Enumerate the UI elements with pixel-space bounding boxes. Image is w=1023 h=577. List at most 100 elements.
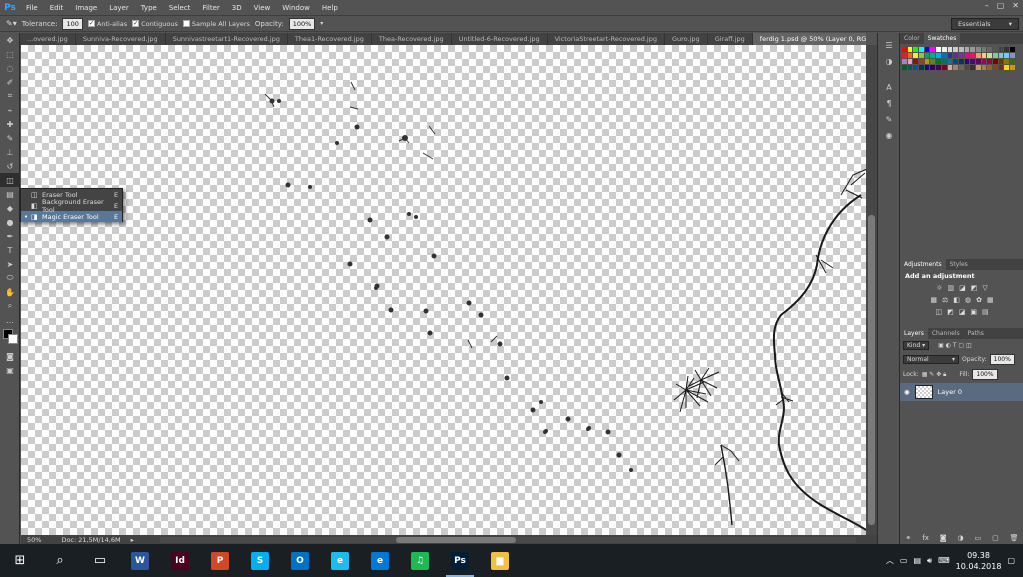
taskbar-edge-icon[interactable]: e (360, 544, 400, 577)
swatch[interactable] (987, 65, 992, 70)
layer-name[interactable]: Layer 0 (938, 388, 962, 396)
screen-mode-icon[interactable]: ▣ (0, 363, 20, 377)
clone-source-panel-icon[interactable]: ◉ (878, 127, 900, 143)
background-eraser-tool-menu-item[interactable]: ◧ Background Eraser Tool E (21, 198, 122, 214)
search-icon[interactable]: ⌕ (40, 544, 80, 577)
swatch[interactable] (970, 59, 975, 64)
volume-icon[interactable]: 🔊︎ (927, 556, 932, 566)
swatch[interactable] (975, 65, 981, 70)
selective-color-icon[interactable]: ▣ (970, 308, 977, 316)
swatch[interactable] (907, 47, 913, 52)
vibrance-icon[interactable]: ▽ (982, 284, 987, 292)
swatch[interactable] (936, 53, 941, 58)
color-lookup-icon[interactable]: ▦ (987, 296, 994, 304)
swatch[interactable] (941, 65, 947, 70)
menu-window[interactable]: Window (276, 4, 316, 12)
history-brush-tool-icon[interactable]: ↺ (0, 159, 20, 173)
horizontal-scrollbar[interactable] (160, 537, 856, 543)
swatch[interactable] (958, 53, 964, 58)
shape-tool-icon[interactable]: ⬭ (0, 271, 20, 285)
swatch[interactable] (975, 47, 981, 52)
swatch[interactable] (1010, 53, 1015, 58)
swatch[interactable] (970, 53, 975, 58)
swatch[interactable] (947, 47, 953, 52)
taskbar-spotify-icon[interactable]: ♫ (400, 544, 440, 577)
filter-icons[interactable]: ▣ ◐ T ▢ ◫ (938, 342, 972, 349)
swatch[interactable] (924, 59, 930, 64)
network-icon[interactable]: ▤ (913, 556, 921, 565)
tab-layers[interactable]: Layers (900, 328, 928, 339)
dodge-tool-icon[interactable]: ● (0, 215, 20, 229)
swatch[interactable] (902, 59, 907, 64)
tab-adjustments[interactable]: Adjustments (900, 259, 946, 270)
taskbar-indesign-icon[interactable]: Id (160, 544, 200, 577)
tray-chevron-icon[interactable]: ︿ (886, 555, 894, 566)
task-view-icon[interactable]: ▭ (80, 544, 120, 577)
swatch[interactable] (975, 53, 981, 58)
lasso-tool-icon[interactable]: ◌ (0, 61, 20, 75)
clone-stamp-tool-icon[interactable]: ⊥ (0, 145, 20, 159)
blend-mode-select[interactable]: Normal ▾ (903, 355, 959, 364)
document-canvas[interactable] (21, 45, 866, 535)
gradient-map-icon[interactable]: ▤ (982, 308, 989, 316)
anti-alias-checkbox[interactable]: ✓ (87, 20, 95, 27)
levels-icon[interactable]: ▥ (948, 284, 955, 292)
swatch[interactable] (1004, 53, 1010, 58)
keyboard-icon[interactable]: ⌨ (938, 556, 950, 565)
swatch[interactable] (924, 47, 930, 52)
more-tools-icon[interactable]: … (0, 313, 20, 327)
eyedropper-tool-icon[interactable]: ⌁ (0, 103, 20, 117)
swatch[interactable] (970, 65, 975, 70)
taskbar-file-explorer-icon[interactable]: ▆ (480, 544, 520, 577)
brush-tool-icon[interactable]: ✎ (0, 131, 20, 145)
swatch[interactable] (902, 65, 907, 70)
swatch[interactable] (902, 53, 907, 58)
swatch[interactable] (970, 47, 975, 52)
tab-document[interactable]: Giraff.jpg (708, 33, 753, 45)
tab-active-document[interactable]: ferdig 1.psd @ 50% (Layer 0, RGB/8) (752, 33, 866, 45)
channel-mixer-icon[interactable]: ✿ (976, 296, 982, 304)
menu-layer[interactable]: Layer (103, 4, 135, 12)
swatch[interactable] (953, 65, 958, 70)
minimize-button[interactable]: – (985, 1, 989, 10)
swatch[interactable] (936, 47, 941, 52)
tab-document[interactable]: Guro.jpg (665, 33, 708, 45)
properties-panel-icon[interactable]: ◑ (878, 53, 900, 69)
hand-tool-icon[interactable]: ✋ (0, 285, 20, 299)
taskbar-powerpoint-icon[interactable]: P (200, 544, 240, 577)
swatch[interactable] (919, 65, 924, 70)
swatch[interactable] (947, 53, 953, 58)
layer-row[interactable]: ◉ Layer 0 (900, 383, 1023, 401)
swatch[interactable] (919, 53, 924, 58)
magic-eraser-icon[interactable]: ✎▾ (6, 19, 17, 28)
quick-select-tool-icon[interactable]: ✐ (0, 75, 20, 89)
menu-file[interactable]: File (20, 4, 44, 12)
swatch[interactable] (953, 53, 958, 58)
pen-tool-icon[interactable]: ✒ (0, 229, 20, 243)
status-menu-arrow-icon[interactable]: ▸ (131, 536, 134, 544)
color-swatch-icon[interactable] (0, 327, 20, 349)
quick-mask-icon[interactable]: ◙ (0, 349, 20, 363)
close-button[interactable]: ✕ (1012, 1, 1019, 10)
fill-input[interactable]: 100% (972, 369, 998, 380)
swatch[interactable] (981, 65, 987, 70)
swatch[interactable] (998, 65, 1004, 70)
swatch[interactable] (987, 47, 992, 52)
opacity-dropdown-icon[interactable]: ▾ (320, 20, 323, 27)
opacity-input[interactable]: 100% (288, 17, 316, 30)
curves-icon[interactable]: ◪ (959, 284, 966, 292)
hue-saturation-icon[interactable]: ▦ (930, 296, 937, 304)
swatch[interactable] (1004, 59, 1010, 64)
workspace-select[interactable]: Essentials ▾ (951, 18, 1019, 30)
menu-3d[interactable]: 3D (226, 4, 248, 12)
tab-swatches[interactable]: Swatches (923, 33, 961, 44)
swatch[interactable] (913, 59, 919, 64)
swatch[interactable] (936, 65, 941, 70)
swatch[interactable] (936, 59, 941, 64)
menu-select[interactable]: Select (163, 4, 197, 12)
swatch[interactable] (1004, 47, 1010, 52)
tab-document[interactable]: Sunnivastreetart1-Recovered.jpg (166, 33, 288, 45)
swatch[interactable] (958, 47, 964, 52)
tab-paths[interactable]: Paths (964, 328, 988, 339)
magic-eraser-tool-menu-item[interactable]: • ◨ Magic Eraser Tool E (21, 211, 122, 222)
